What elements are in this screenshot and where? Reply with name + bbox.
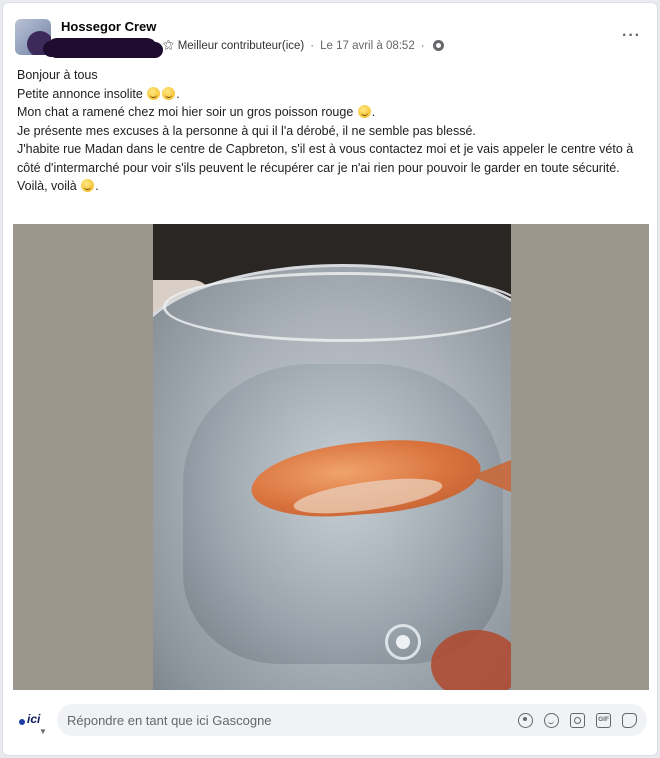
- redacted-author-name: [47, 38, 157, 58]
- post-line: J'habite rue Madan dans le centre de Cap…: [17, 142, 634, 175]
- gif-icon[interactable]: GIF: [596, 713, 611, 728]
- post-line-text: Voilà, voilà: [17, 179, 77, 193]
- group-name[interactable]: Hossegor Crew: [61, 19, 156, 34]
- post-date[interactable]: Le 17 avril à 08:52: [320, 40, 415, 52]
- post-line: Je présente mes excuses à la personne à …: [17, 123, 476, 138]
- post-text: Bonjour à tous Petite annonce insolite .…: [17, 66, 647, 196]
- post-photo[interactable]: [13, 224, 649, 690]
- light-reflection-dot: [396, 635, 410, 649]
- post-line: Voilà, voilà .: [17, 179, 99, 193]
- post-line: Bonjour à tous: [17, 68, 98, 82]
- post-line-text: Petite annonce insolite: [17, 86, 143, 101]
- ici-logo: ici: [27, 712, 41, 726]
- contributor-badge[interactable]: Meilleur contributeur(ice): [178, 40, 305, 52]
- comment-input[interactable]: Répondre en tant que ici Gascogne GIF: [57, 704, 647, 736]
- meta-separator: ·: [310, 39, 315, 52]
- camera-icon[interactable]: [570, 713, 585, 728]
- post-header: Hossegor Crew ⚝ Meilleur contributeur(ic…: [13, 15, 647, 59]
- comment-placeholder: Répondre en tant que ici Gascogne: [67, 712, 272, 728]
- group-avatar[interactable]: [15, 19, 51, 55]
- chevron-down-icon[interactable]: ▼: [39, 727, 47, 736]
- laughing-emoji-icon: [81, 179, 95, 192]
- meta-separator: ·: [420, 39, 425, 52]
- laughing-emoji-icon: [162, 86, 176, 100]
- comment-tools: GIF: [518, 713, 637, 728]
- comment-bar: ici ▼ Répondre en tant que ici Gascogne …: [17, 703, 647, 737]
- post-line-text: Mon chat a ramené chez moi hier soir un …: [17, 105, 354, 119]
- commenter-avatar[interactable]: ici ▼: [17, 709, 49, 736]
- post-meta: ⚝ Meilleur contributeur(ice) · Le 17 avr…: [163, 39, 444, 52]
- laughing-emoji-icon: [357, 105, 371, 118]
- avatar-sticker-icon[interactable]: [518, 713, 533, 728]
- emoji-icon[interactable]: [544, 713, 559, 728]
- contributor-badge-icon: ⚝: [163, 39, 174, 51]
- laughing-emoji-icon: [147, 86, 161, 100]
- goldfish-bowl-image[interactable]: [153, 224, 511, 690]
- more-options-icon[interactable]: ···: [622, 27, 641, 45]
- bowl-rim: [163, 272, 511, 342]
- post-line: Mon chat a ramené chez moi hier soir un …: [17, 105, 376, 119]
- post-card: Hossegor Crew ⚝ Meilleur contributeur(ic…: [2, 2, 658, 756]
- ici-logo-dot: [19, 719, 25, 725]
- sticker-icon[interactable]: [622, 713, 637, 728]
- post-line: Petite annonce insolite .: [17, 86, 180, 101]
- globe-icon: [432, 40, 444, 51]
